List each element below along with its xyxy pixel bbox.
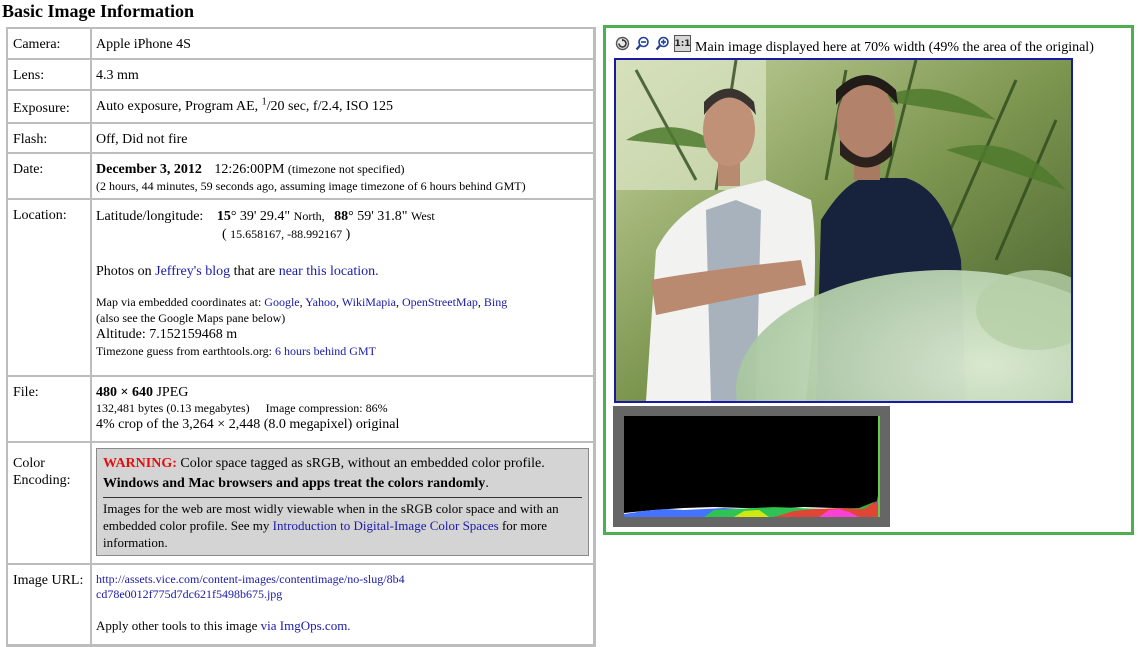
image-viewer-panel: 1:1 Main image displayed here at 70% wid… [603,25,1134,535]
file-value: 480 × 640 JPEG 132,481 bytes (0.13 megab… [91,376,594,442]
file-dimensions: 480 × 640 [96,385,153,400]
timezone-guess: Timezone guess from earthtools.org: 6 ho… [96,344,589,359]
color-warning-box: WARNING: Color space tagged as sRGB, wit… [96,448,589,556]
timezone-link[interactable]: 6 hours behind GMT [275,344,376,358]
reset-icon[interactable] [614,35,631,52]
zoom-out-icon[interactable] [634,35,651,52]
histogram [613,406,890,527]
viewer-toolbar: 1:1 [614,35,694,52]
map-link-yahoo[interactable]: Yahoo [305,295,336,309]
map-link-wikimapia[interactable]: WikiMapia [342,295,396,309]
exposure-text: Auto exposure, Program AE, [96,99,259,114]
lens-value: 4.3 mm [91,59,594,90]
table-row-location: Location: Latitude/longitude: 15° 39' 29… [7,199,594,376]
longitude-rest: ° 59' 31.8" [348,209,408,224]
tools-prefix: Apply other tools to this image [96,618,258,633]
file-bytes: 132,481 bytes (0.13 megabytes) [96,401,250,415]
timezone-note: (timezone not specified) [287,162,405,176]
time-text: 12:26:00PM [214,162,285,177]
blog-link[interactable]: Jeffrey's blog [155,264,230,279]
table-row-flash: Flash: Off, Did not fire [7,123,594,153]
warning-label: WARNING: [103,456,177,471]
exposure-label: Exposure: [7,90,91,123]
latlon-label: Latitude/longitude: [96,209,204,224]
photos-prefix: Photos on [96,264,152,279]
latitude-direction: North, [293,209,325,223]
photos-mid: that are [233,264,276,279]
camera-label: Camera: [7,28,91,59]
date-text: December 3, 2012 [96,162,202,177]
time-ago: (2 hours, 44 minutes, 59 seconds ago, as… [96,179,526,193]
decimal-coordinates: 15.658167, -88.992167 [230,227,343,241]
flash-value: Off, Did not fire [91,123,594,153]
latitude-degrees: 15 [216,209,231,224]
table-row-camera: Camera: Apple iPhone 4S [7,28,594,59]
decimal-close: ) [345,227,351,242]
location-label: Location: [7,199,91,376]
latitude-rest: ° 39' 29.4" [230,209,291,224]
info-table: Camera: Apple iPhone 4S Lens: 4.3 mm Exp… [6,27,596,647]
date-label: Date: [7,153,91,199]
actual-size-button[interactable]: 1:1 [674,35,691,52]
file-crop: 4% crop of the 3,264 × 2,448 (8.0 megapi… [96,417,400,432]
map-link-bing[interactable]: Bing [484,295,507,309]
date-value: December 3, 2012 12:26:00PM (timezone no… [91,153,594,199]
warning-divider [103,497,582,498]
table-row-date: Date: December 3, 2012 12:26:00PM (timez… [7,153,594,199]
file-format: JPEG [156,385,189,400]
map-link-google[interactable]: Google [264,295,299,309]
table-row-file: File: 480 × 640 JPEG 132,481 bytes (0.13… [7,376,594,442]
file-compression: Image compression: 86% [265,401,388,415]
table-row-lens: Lens: 4.3 mm [7,59,594,90]
altitude: Altitude: 7.152159468 m [96,327,238,342]
flash-label: Flash: [7,123,91,153]
near-location-link[interactable]: near this location. [279,264,379,279]
map-line: Map via embedded coordinates at: Google,… [96,295,508,309]
photos-line: Photos on Jeffrey's blog that are near t… [96,263,589,280]
table-row-exposure: Exposure: Auto exposure, Program AE, 1/2… [7,90,594,123]
file-label: File: [7,376,91,442]
map-prefix: Map via embedded coordinates at: [96,295,262,309]
color-spaces-link[interactable]: Introduction to Digital-Image Color Spac… [273,518,499,533]
imgops-link[interactable]: via ImgOps.com. [261,618,351,633]
color-encoding-value: WARNING: Color space tagged as sRGB, wit… [91,442,594,564]
decimal-open: ( [222,227,227,242]
exposure-rest: /20 sec, f/2.4, ISO 125 [266,99,394,114]
table-row-color-encoding: Color Encoding: WARNING: Color space tag… [7,442,594,564]
warning-end: . [485,476,489,491]
map-note: (also see the Google Maps pane below) [96,311,286,325]
warning-more: Images for the web are most widly viewab… [103,500,582,551]
image-url-label: Image URL: [7,564,91,645]
camera-value: Apple iPhone 4S [91,28,594,59]
lens-label: Lens: [7,59,91,90]
map-link-openstreetmap[interactable]: OpenStreetMap [402,295,478,309]
image-url-link[interactable]: http://assets.vice.com/content-images/co… [96,572,405,601]
exposure-value: Auto exposure, Program AE, 1/20 sec, f/2… [91,90,594,123]
location-value: Latitude/longitude: 15° 39' 29.4" North,… [91,199,594,376]
warning-bold-text: Windows and Mac browsers and apps treat … [103,476,486,491]
longitude-degrees: 88 [334,209,349,224]
viewer-caption: Main image displayed here at 70% width (… [695,40,1094,55]
color-encoding-label: Color Encoding: [7,442,91,564]
table-row-image-url: Image URL: http://assets.vice.com/conten… [7,564,594,645]
timezone-prefix: Timezone guess from earthtools.org: [96,344,272,358]
longitude-direction: West [411,209,435,223]
main-image[interactable] [614,58,1073,403]
zoom-in-icon[interactable] [654,35,671,52]
image-url-value: http://assets.vice.com/content-images/co… [91,564,594,645]
warning-text: Color space tagged as sRGB, without an e… [180,456,545,471]
page-title: Basic Image Information [2,1,194,21]
